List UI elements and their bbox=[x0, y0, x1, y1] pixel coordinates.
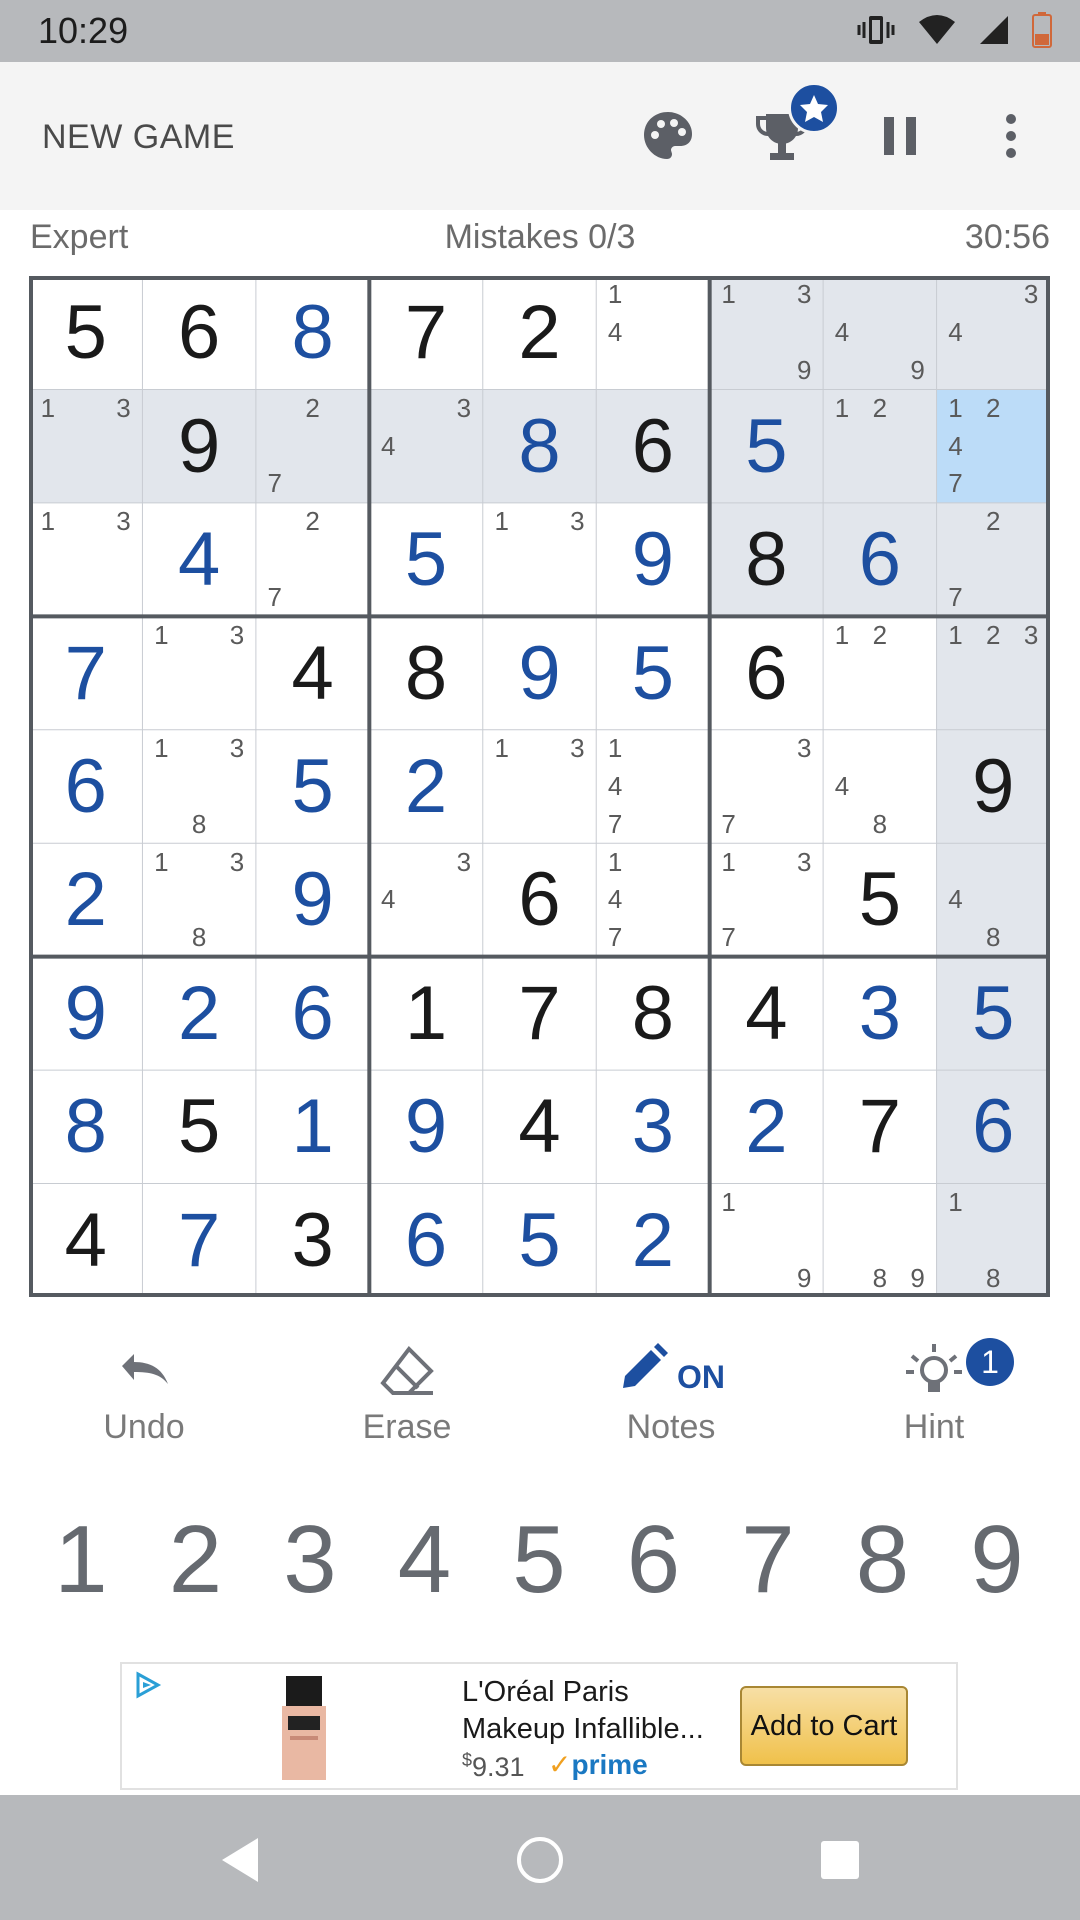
pencil-icon bbox=[617, 1342, 669, 1399]
undo-icon bbox=[44, 1338, 244, 1402]
mistakes-counter: Mistakes 0/3 bbox=[444, 218, 636, 256]
notes-label: Notes bbox=[626, 1408, 716, 1446]
star-badge-icon bbox=[788, 82, 840, 134]
number-pad-key[interactable]: 6 bbox=[597, 1505, 711, 1615]
add-to-cart-button[interactable]: Add to Cart bbox=[740, 1686, 908, 1766]
eraser-icon bbox=[307, 1338, 507, 1402]
signal-icon bbox=[978, 14, 1010, 51]
game-info-bar: Expert Mistakes 0/3 30:56 bbox=[0, 216, 1080, 266]
game-timer: 30:56 bbox=[964, 218, 1050, 256]
prime-label: prime bbox=[571, 1749, 648, 1780]
vibrate-icon bbox=[856, 13, 896, 52]
sudoku-board: 5687214139493413927348651212471342751398… bbox=[29, 276, 1050, 1297]
status-icons bbox=[856, 12, 1052, 53]
product-image[interactable] bbox=[282, 1676, 326, 1780]
notes-state-badge: ON bbox=[677, 1358, 725, 1395]
ad-price: $9.31 bbox=[462, 1750, 525, 1783]
number-pad-key[interactable]: 1 bbox=[24, 1505, 138, 1615]
ad-banner[interactable]: L'Oréal Paris Makeup Infallible... $9.31… bbox=[120, 1662, 958, 1790]
price-currency: $ bbox=[462, 1750, 473, 1770]
recents-icon[interactable] bbox=[810, 1830, 870, 1890]
number-pad-key[interactable]: 2 bbox=[139, 1505, 253, 1615]
number-pad: 123456789 bbox=[0, 1505, 1080, 1615]
number-pad-key[interactable]: 4 bbox=[368, 1505, 482, 1615]
controls-bar: Undo Erase ON Notes Hint 1 bbox=[0, 1338, 1080, 1468]
back-icon[interactable] bbox=[210, 1830, 270, 1890]
pause-icon[interactable] bbox=[870, 106, 930, 166]
number-pad-key[interactable]: 3 bbox=[253, 1505, 367, 1615]
ad-title[interactable]: L'Oréal Paris Makeup Infallible... bbox=[462, 1674, 732, 1748]
number-pad-key[interactable]: 5 bbox=[482, 1505, 596, 1615]
ad-choices-icon[interactable] bbox=[132, 1670, 162, 1705]
prime-badge: ✓prime bbox=[548, 1748, 648, 1781]
prime-check-icon: ✓ bbox=[548, 1749, 572, 1780]
hint-count-badge: 1 bbox=[966, 1338, 1014, 1386]
notes-toggle[interactable]: ON Notes bbox=[571, 1338, 771, 1468]
battery-icon bbox=[1032, 12, 1052, 53]
undo-label: Undo bbox=[103, 1408, 185, 1446]
status-time: 10:29 bbox=[38, 10, 129, 51]
undo-button[interactable]: Undo bbox=[44, 1338, 244, 1468]
number-pad-key[interactable]: 9 bbox=[940, 1505, 1054, 1615]
board-gridlines bbox=[29, 276, 1050, 1297]
navigation-bar bbox=[0, 1795, 1080, 1920]
status-bar: 10:29 bbox=[0, 0, 1080, 62]
new-game-button[interactable]: NEW GAME bbox=[42, 118, 235, 157]
hint-label: Hint bbox=[903, 1408, 965, 1446]
number-pad-key[interactable]: 8 bbox=[826, 1505, 940, 1615]
number-pad-key[interactable]: 7 bbox=[711, 1505, 825, 1615]
top-toolbar: NEW GAME bbox=[0, 62, 1080, 210]
home-icon[interactable] bbox=[510, 1830, 570, 1890]
price-value: 9.31 bbox=[472, 1752, 525, 1782]
wifi-icon bbox=[918, 14, 956, 51]
more-options-icon[interactable] bbox=[981, 106, 1041, 166]
erase-label: Erase bbox=[362, 1408, 452, 1446]
erase-button[interactable]: Erase bbox=[307, 1338, 507, 1468]
palette-icon[interactable] bbox=[638, 106, 698, 166]
